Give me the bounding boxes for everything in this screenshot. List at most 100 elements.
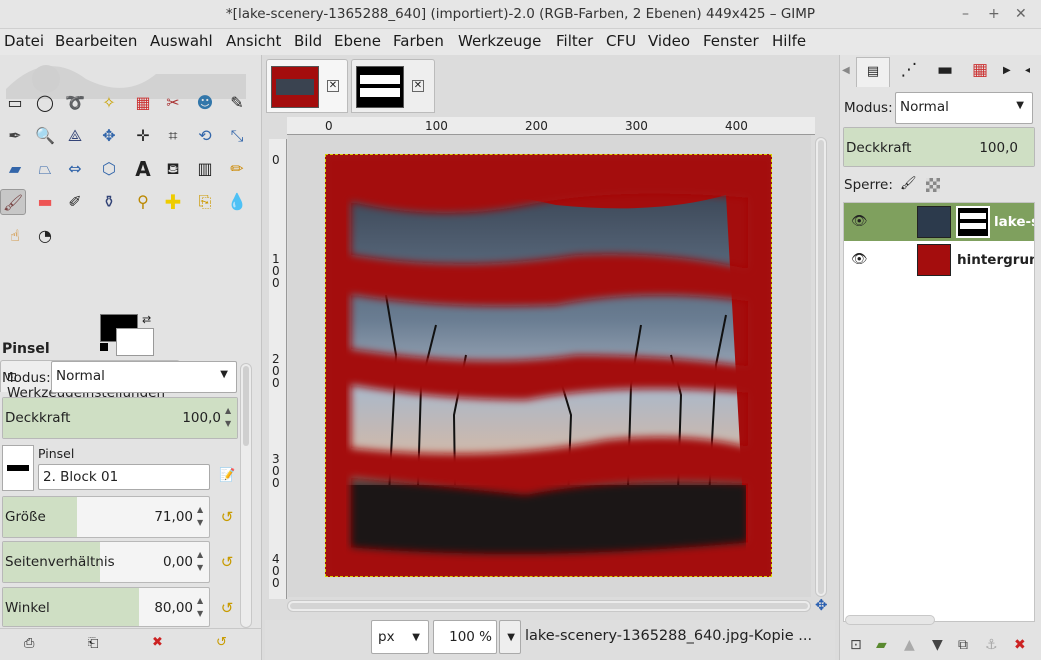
dodge-burn-icon[interactable]: ◔ [32, 223, 58, 249]
lock-alpha-icon[interactable] [926, 178, 940, 192]
smudge-icon[interactable]: ☝ [2, 223, 28, 249]
aspect-slider[interactable]: Seitenverhältnis 0,00 ▲ ▼ [2, 541, 210, 583]
lock-pixels-icon[interactable]: 🖌 [900, 176, 917, 191]
brush-preview-button[interactable] [2, 445, 34, 491]
pencil-icon[interactable]: ✏ [224, 156, 250, 182]
reset-aspect-icon[interactable]: ↺ [216, 551, 238, 573]
zoom-field[interactable]: 100 % [433, 620, 497, 654]
duplicate-layer-icon[interactable]: ⧉ [958, 637, 968, 653]
new-layer-icon[interactable]: ⊡ [850, 637, 862, 653]
menu-auswahl[interactable]: Auswahl [150, 32, 213, 50]
menu-datei[interactable]: Datei [4, 32, 44, 50]
shear-icon[interactable]: ▰ [2, 156, 28, 182]
minimize-button[interactable]: – [962, 0, 969, 29]
layer-row-lake[interactable]: 👁 lake-scenery-1365288_640.jpg-Kopie [844, 203, 1034, 241]
menu-bild[interactable]: Bild [294, 32, 322, 50]
tool-options-scrollbar[interactable] [240, 363, 252, 628]
close-window-button[interactable]: ✕ [1015, 0, 1027, 29]
close-tab-icon-2[interactable]: ✕ [412, 80, 424, 92]
move-icon[interactable]: ✥ [96, 123, 122, 149]
background-color-swatch[interactable] [116, 328, 154, 356]
zoom-dropdown[interactable]: ▼ [499, 620, 521, 654]
edit-brush-icon[interactable]: 📝 [219, 468, 235, 483]
restore-options-icon[interactable]: ⎗ [88, 636, 98, 651]
crop-icon[interactable]: ⌗ [160, 123, 186, 149]
maximize-button[interactable]: + [988, 0, 1000, 29]
menu-fenster[interactable]: Fenster [703, 32, 759, 50]
menu-filter[interactable]: Filter [556, 32, 593, 50]
horizontal-scroll-thumb[interactable] [290, 603, 808, 609]
delete-layer-icon[interactable]: ✖ [1014, 637, 1026, 653]
brush-name-field[interactable]: 2. Block 01 [38, 464, 210, 490]
layers-tab-icon[interactable]: ▤ [856, 57, 890, 87]
image-tab-lake[interactable]: ✕ [266, 59, 348, 113]
patterns-tab-icon[interactable]: ▦ [965, 60, 995, 80]
dock-scroll-right-icon[interactable]: ▶ [1003, 65, 1011, 76]
angle-spin-icon[interactable]: ▲ ▼ [197, 594, 207, 620]
ink-icon[interactable]: ⚱ [96, 189, 122, 215]
menu-hilfe[interactable]: Hilfe [772, 32, 806, 50]
paths-tab-icon[interactable]: ⋰ [894, 60, 924, 80]
brushes-tab-icon[interactable]: ▬ [930, 60, 960, 80]
reset-angle-icon[interactable]: ↺ [216, 597, 238, 619]
lower-layer-icon[interactable]: ▼ [932, 637, 943, 653]
color-picker-icon[interactable]: ✒ [2, 123, 28, 149]
eraser-icon[interactable]: ▬ [32, 189, 58, 215]
menu-ebene[interactable]: Ebene [334, 32, 381, 50]
perspective-clone-icon[interactable]: ⎘ [192, 189, 218, 215]
opacity-spin-icon[interactable]: ▲ ▼ [225, 404, 235, 430]
dock-scroll-left-icon[interactable]: ◀ [842, 65, 850, 76]
layers-hscroll-thumb[interactable] [845, 615, 935, 625]
rect-select-icon[interactable]: ▭ [2, 90, 28, 116]
angle-slider[interactable]: Winkel 80,00 ▲ ▼ [2, 587, 210, 627]
reset-options-icon[interactable]: ↺ [216, 635, 227, 650]
airbrush-icon[interactable]: ✐ [62, 189, 88, 215]
cage-icon[interactable]: ⬡ [96, 156, 122, 182]
scale-icon[interactable]: ⤡ [224, 123, 250, 149]
swap-colors-icon[interactable]: ⇄ [142, 313, 151, 326]
layer-opacity-slider[interactable]: Deckkraft 100,0 [843, 127, 1035, 167]
menu-werkzeuge[interactable]: Werkzeuge [458, 32, 541, 50]
menu-farben[interactable]: Farben [393, 32, 444, 50]
layer-mode-select[interactable]: Normal ▼ [895, 92, 1033, 124]
opacity-slider[interactable]: Deckkraft 100,0 ▲ ▼ [2, 397, 238, 439]
zoom-icon[interactable]: 🔍 [32, 123, 58, 149]
raise-layer-icon[interactable]: ▲ [904, 637, 915, 653]
scissors-icon[interactable]: ✂ [160, 90, 186, 116]
save-options-icon[interactable]: ⎙ [24, 636, 34, 651]
blur-icon[interactable]: 💧 [224, 189, 250, 215]
aspect-spin-icon[interactable]: ▲ ▼ [197, 548, 207, 574]
flip-icon[interactable]: ⇔ [62, 156, 88, 182]
vertical-scroll-thumb[interactable] [818, 140, 824, 594]
image-canvas[interactable] [325, 154, 772, 577]
paintbrush-icon[interactable]: 🖌 [0, 189, 26, 215]
default-colors-icon[interactable] [100, 343, 108, 351]
color-select-icon[interactable]: ▦ [130, 90, 156, 116]
fuzzy-select-icon[interactable]: ✧ [96, 90, 122, 116]
vertical-scrollbar[interactable] [815, 137, 827, 597]
visibility-eye-icon[interactable]: 👁 [851, 214, 868, 229]
anchor-layer-icon[interactable]: ⚓ [985, 637, 998, 653]
gradient-icon[interactable]: ▥ [192, 156, 218, 182]
menu-bearbeiten[interactable]: Bearbeiten [55, 32, 137, 50]
perspective-icon[interactable]: ⏢ [32, 156, 58, 182]
dock-menu-icon-right[interactable]: ◂ [1025, 65, 1030, 76]
paths-icon[interactable]: ✎ [224, 90, 250, 116]
image-tab-brush[interactable]: ✕ [351, 59, 435, 113]
rotate-icon[interactable]: ⟲ [192, 123, 218, 149]
measure-icon[interactable]: ⟁ [62, 123, 88, 149]
foreground-select-icon[interactable]: ☻ [192, 90, 218, 116]
mode-select[interactable]: Normal ▼ [51, 361, 237, 393]
close-tab-icon[interactable]: ✕ [327, 80, 339, 92]
clone-icon[interactable]: ⚲ [130, 189, 156, 215]
menu-video[interactable]: Video [648, 32, 690, 50]
size-spin-icon[interactable]: ▲ ▼ [197, 503, 207, 529]
text-icon[interactable]: A [130, 156, 156, 182]
new-group-icon[interactable]: ▰ [876, 637, 887, 653]
visibility-eye-icon[interactable]: 👁 [851, 252, 868, 267]
heal-icon[interactable]: ✚ [160, 189, 186, 215]
lasso-icon[interactable]: ➰ [62, 90, 88, 116]
menu-cfu[interactable]: CFU [606, 32, 636, 50]
align-icon[interactable]: ✛ [130, 123, 156, 149]
bucket-fill-icon[interactable]: ⛾ [160, 156, 186, 182]
